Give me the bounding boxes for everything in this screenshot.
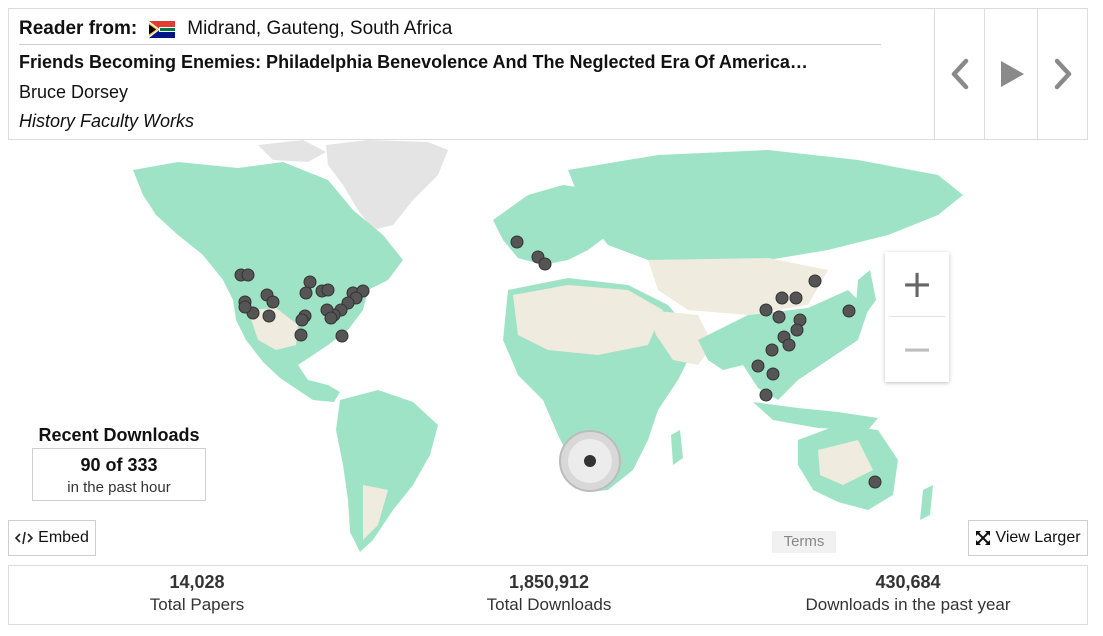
chevron-right-icon <box>1054 58 1072 90</box>
embed-button[interactable]: Embed <box>8 520 96 556</box>
map-marker <box>335 329 349 343</box>
header-divider <box>19 44 881 45</box>
view-larger-button[interactable]: View Larger <box>968 520 1088 556</box>
recent-downloads-title: Recent Downloads <box>38 425 200 445</box>
stat-total-downloads: 1,850,912 Total Downloads <box>399 572 699 615</box>
map-marker <box>782 338 796 352</box>
paper-title-link[interactable]: Friends Becoming Enemies: Philadelphia B… <box>19 52 879 73</box>
map-marker <box>868 475 882 489</box>
map-marker <box>295 313 309 327</box>
stat-total-papers: 14,028 Total Papers <box>47 572 347 615</box>
paper-collection[interactable]: History Faculty Works <box>19 111 194 132</box>
zoom-controls: + − <box>885 252 949 382</box>
map-marker <box>751 359 765 373</box>
embed-label: Embed <box>38 529 89 546</box>
play-button[interactable] <box>984 9 1038 139</box>
chevron-left-icon <box>951 58 969 90</box>
paper-author: Bruce Dorsey <box>19 82 129 102</box>
reader-location: Midrand, Gauteng, South Africa <box>187 18 453 39</box>
map-marker <box>262 309 276 323</box>
stat-label: Downloads in the past year <box>805 595 1011 614</box>
stat-downloads-past-year: 430,684 Downloads in the past year <box>758 572 1058 615</box>
map-marker <box>759 388 773 402</box>
map-marker <box>790 323 804 337</box>
recent-downloads-period: in the past hour <box>67 479 171 496</box>
code-icon <box>15 531 34 545</box>
play-icon <box>1000 61 1024 87</box>
map-marker <box>321 283 335 297</box>
map-marker <box>538 257 552 271</box>
map-marker <box>510 235 524 249</box>
terms-link[interactable]: Terms <box>772 531 836 553</box>
map-marker <box>775 291 789 305</box>
prev-button[interactable] <box>934 9 985 139</box>
map-marker <box>266 295 280 309</box>
stat-value: 1,850,912 <box>508 572 590 592</box>
south-africa-flag-icon <box>149 20 176 38</box>
map-marker <box>766 367 780 381</box>
map-marker <box>241 268 255 282</box>
stats-bar: 14,028 Total Papers 1,850,912 Total Down… <box>8 565 1088 625</box>
zoom-in-button[interactable]: + <box>885 252 949 316</box>
recent-downloads-box: 90 of 333 in the past hour <box>32 448 206 501</box>
stat-label: Total Papers <box>149 595 245 614</box>
map-marker <box>789 291 803 305</box>
reader-label: Reader from: <box>19 18 138 39</box>
map-marker <box>238 300 252 314</box>
map-marker <box>765 343 779 357</box>
stat-label: Total Downloads <box>486 595 612 614</box>
map-marker <box>842 304 856 318</box>
stat-value: 14,028 <box>169 572 225 592</box>
land-masses <box>133 140 963 552</box>
current-reader-marker <box>559 430 621 492</box>
map-marker <box>759 303 773 317</box>
map-marker <box>294 328 308 342</box>
reader-location-row: Reader from: Midrand, Gauteng, South Afr… <box>19 18 452 40</box>
recent-downloads-count: 90 of 333 <box>80 455 158 475</box>
stat-value: 430,684 <box>875 572 941 592</box>
map-marker <box>303 275 317 289</box>
zoom-out-button[interactable]: − <box>885 317 949 381</box>
map-marker <box>299 286 313 300</box>
view-larger-label: View Larger <box>995 529 1081 546</box>
map-marker <box>808 274 822 288</box>
map-marker <box>324 311 338 325</box>
expand-icon <box>976 531 991 545</box>
reader-info-panel: Reader from: Midrand, Gauteng, South Afr… <box>8 8 1088 140</box>
next-button[interactable] <box>1037 9 1088 139</box>
map-marker <box>772 310 786 324</box>
